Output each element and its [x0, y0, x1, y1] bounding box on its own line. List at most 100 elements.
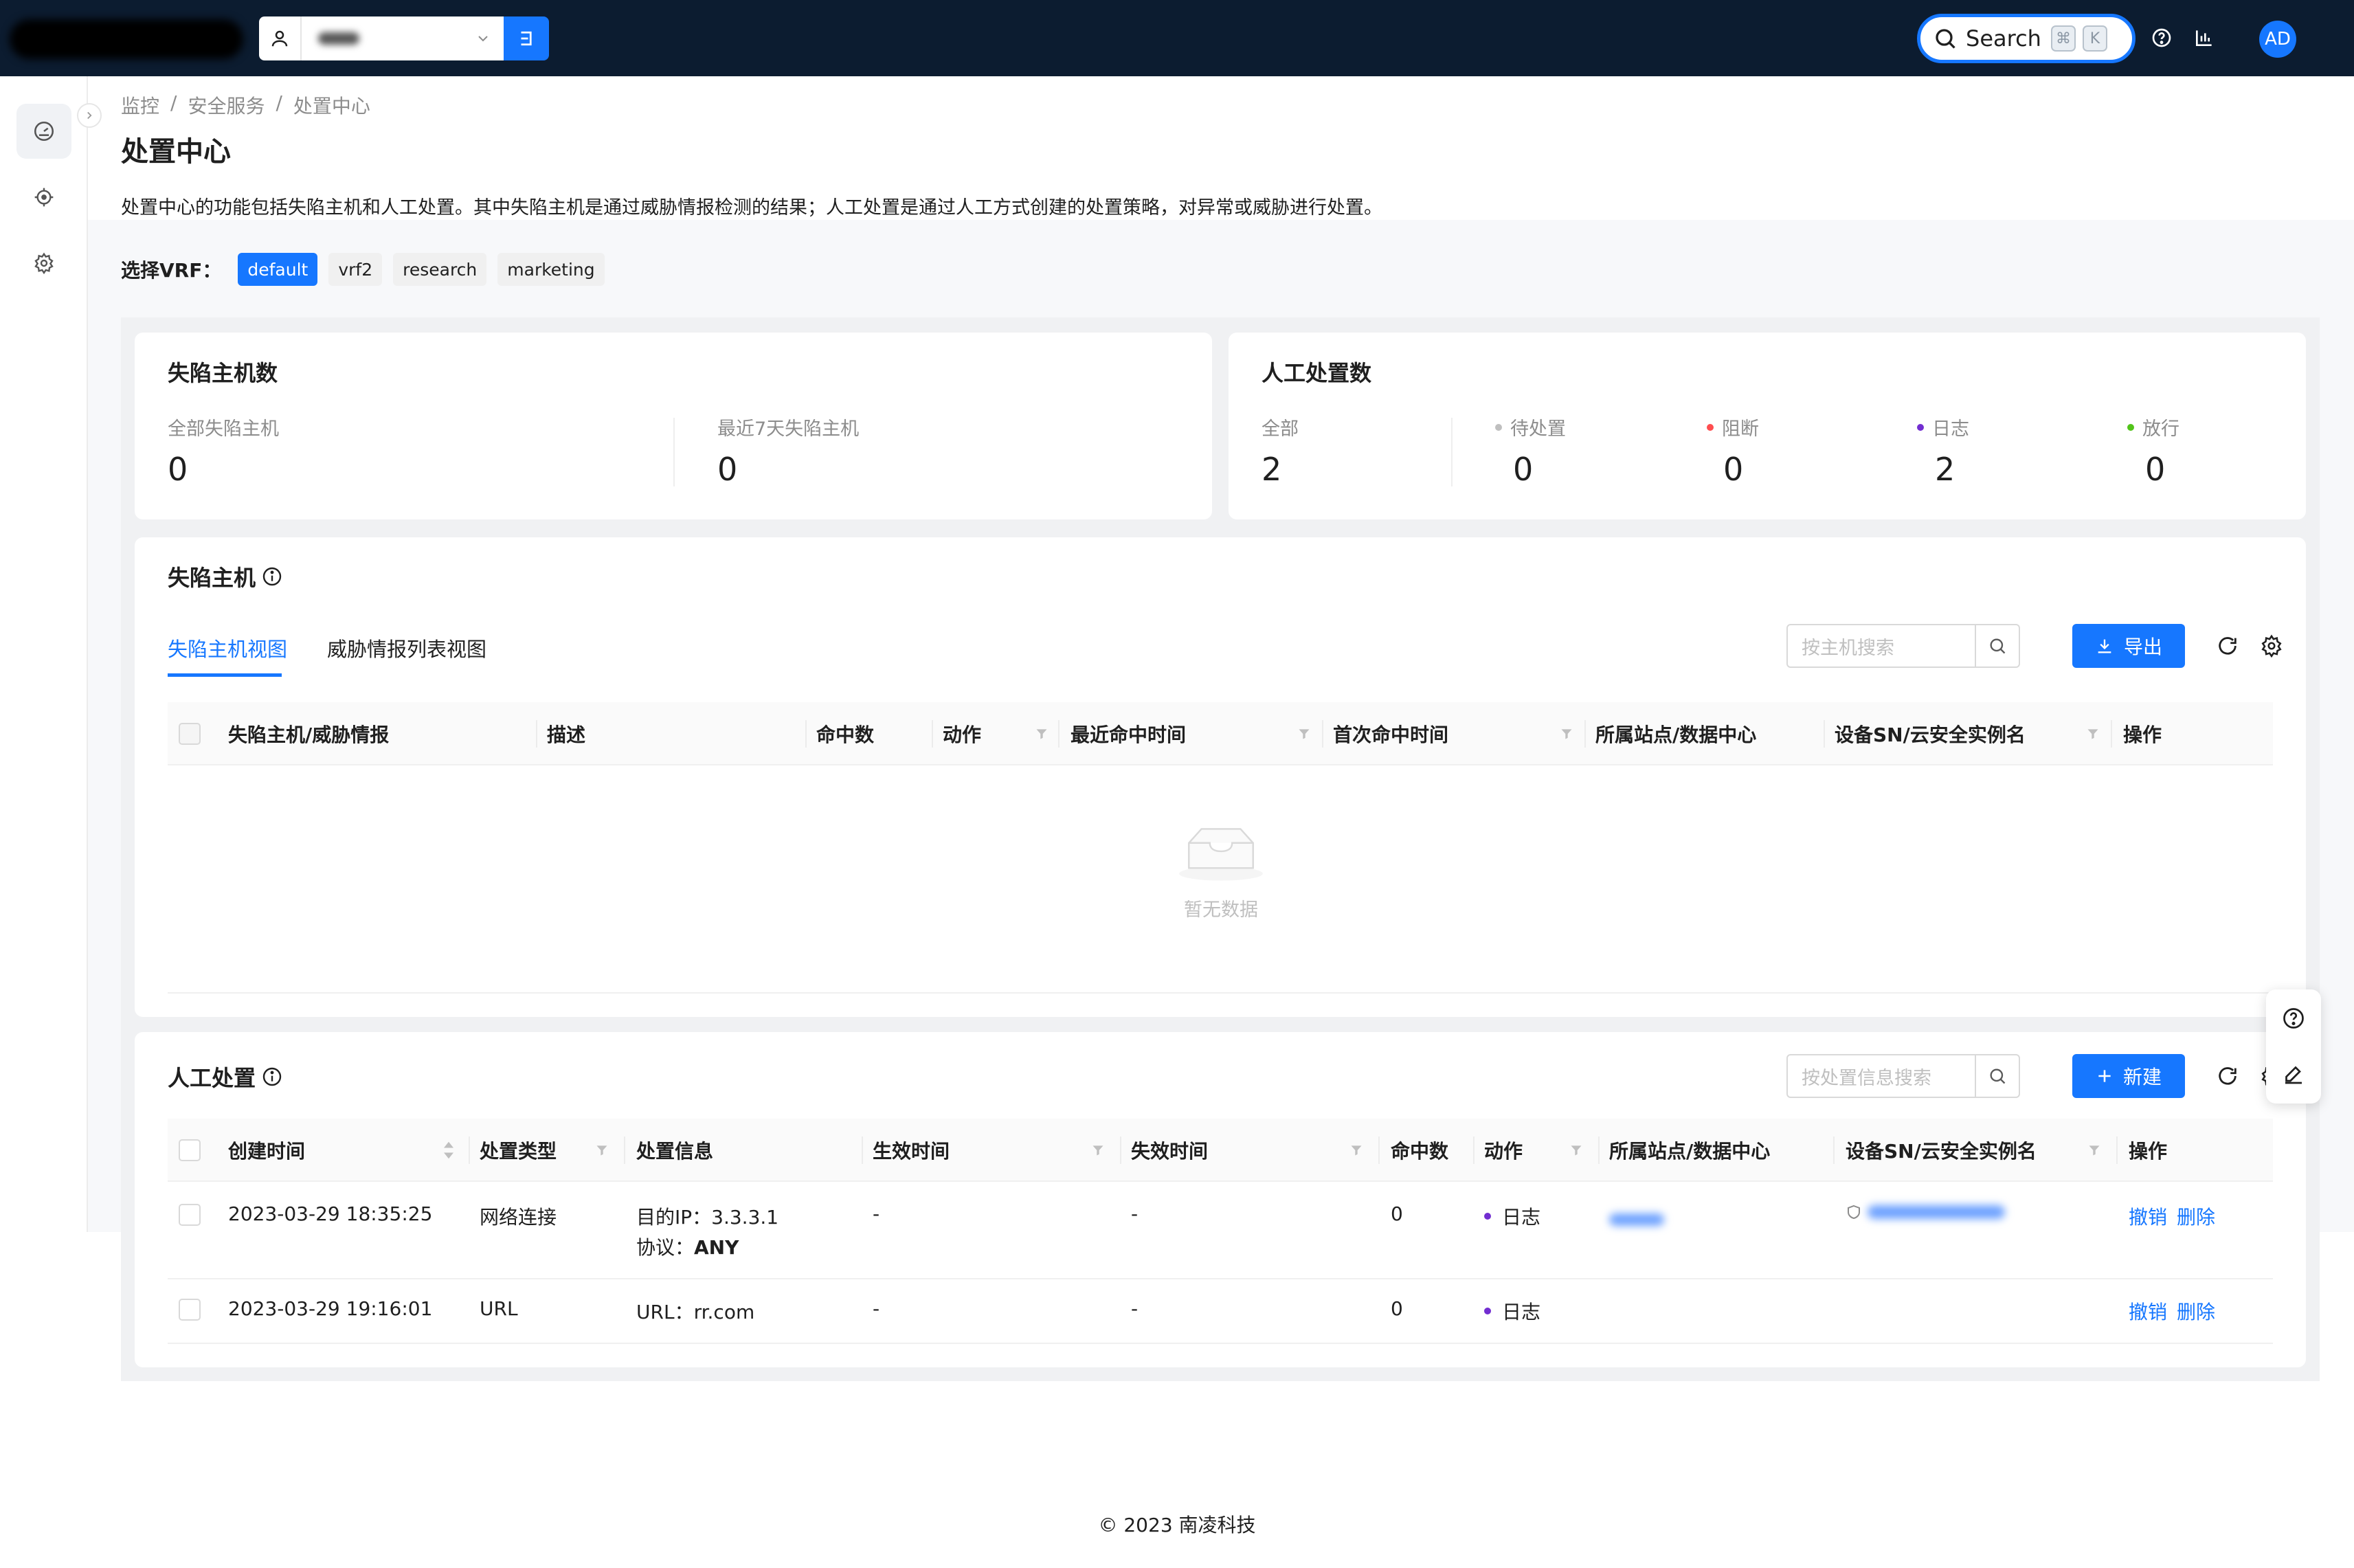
cell-type: URL [480, 1297, 518, 1320]
delete-link[interactable]: 删除 [2177, 1202, 2215, 1230]
info-icon[interactable] [261, 565, 283, 587]
column-header: 最近命中时间 [1070, 724, 1187, 746]
cell-site [1609, 1208, 1664, 1231]
column-header: 操作 [2129, 1140, 2168, 1163]
filter-icon[interactable] [2087, 1143, 2101, 1157]
blurred-device [1868, 1205, 2005, 1219]
vrf-tag-research[interactable]: research [393, 253, 487, 286]
row-checkbox[interactable] [179, 1299, 201, 1321]
stat-value: 0 [168, 451, 188, 488]
info-icon[interactable] [261, 1066, 283, 1088]
vrf-tag-default[interactable]: default [238, 253, 318, 286]
breadcrumb-monitor[interactable]: 监控 [121, 91, 159, 119]
manual-search-input[interactable]: 按处置信息搜索 [1786, 1054, 2020, 1098]
cell-start: - [873, 1297, 880, 1320]
user-icon [259, 16, 302, 60]
hosts-card: 失陷主机 失陷主机视图 威胁情报列表视图 按主机搜索 导出 失陷主机/威胁情报 … [135, 537, 2306, 1017]
row-checkbox[interactable] [179, 1204, 201, 1226]
select-all-checkbox[interactable] [179, 723, 201, 745]
breadcrumb-security[interactable]: 安全服务 [188, 91, 265, 119]
breadcrumb-sep: / [276, 91, 282, 114]
info-label: 协议： [636, 1236, 695, 1259]
help-icon[interactable] [2280, 1005, 2307, 1032]
card-title: 失陷主机数 [168, 360, 278, 386]
sort-icon[interactable] [441, 1141, 456, 1160]
vrf-selector: 选择VRF： default vrf2 research marketing [121, 253, 605, 286]
global-search[interactable]: Search ⌘ K [1917, 14, 2136, 63]
search-button[interactable] [1975, 625, 2019, 667]
select-all-checkbox[interactable] [179, 1139, 201, 1161]
column-header: 动作 [1484, 1140, 1523, 1163]
filter-icon[interactable] [1297, 727, 1311, 741]
card-title-text: 失陷主机 [168, 565, 256, 591]
column-header: 命中数 [816, 724, 875, 746]
plus-icon [2098, 1070, 2111, 1082]
tenant-selector[interactable] [259, 16, 549, 60]
card-title: 人工处置数 [1262, 360, 1372, 386]
column-header: 失陷主机/威胁情报 [228, 724, 390, 746]
sidebar-item-target[interactable] [16, 170, 71, 225]
export-button[interactable]: 导出 [2072, 624, 2185, 668]
delete-link[interactable]: 删除 [2177, 1297, 2215, 1325]
tab-host-view[interactable]: 失陷主机视图 [168, 634, 287, 662]
stat-value: 0 [2145, 451, 2166, 488]
chevron-down-icon [478, 36, 488, 42]
column-header: 处置类型 [480, 1140, 557, 1163]
revoke-link[interactable]: 撤销 [2129, 1202, 2167, 1230]
filter-icon[interactable] [1091, 1143, 1105, 1157]
status-dot [2127, 423, 2134, 431]
host-search-input[interactable]: 按主机搜索 [1786, 624, 2020, 668]
tab-intel-view[interactable]: 威胁情报列表视图 [327, 634, 486, 662]
host-search-placeholder: 按主机搜索 [1802, 637, 1894, 659]
cell-info-line2: 协议：ANY [636, 1233, 739, 1260]
tenant-select[interactable] [302, 16, 504, 60]
row-divider [168, 1343, 2273, 1344]
tenant-enter-button[interactable] [504, 16, 549, 60]
filter-icon[interactable] [1560, 727, 1573, 741]
stat-label: 全部失陷主机 [168, 418, 279, 440]
vrf-tag-marketing[interactable]: marketing [497, 253, 605, 286]
filter-icon[interactable] [1035, 727, 1049, 741]
column-header: 描述 [547, 724, 586, 746]
breadcrumb-sep: / [170, 91, 177, 114]
table-header: 失陷主机/威胁情报 描述 命中数 动作 最近命中时间 首次命中时间 所属站点/数… [168, 702, 2273, 765]
help-icon[interactable] [2149, 25, 2174, 50]
tab-ink [168, 673, 282, 677]
revoke-link[interactable]: 撤销 [2129, 1297, 2167, 1325]
filter-icon[interactable] [1569, 1143, 1583, 1157]
info-label: 目的IP： [636, 1206, 712, 1229]
stat-label-block: 阻断 [1707, 414, 1759, 440]
action-label: 日志 [1502, 1206, 1541, 1229]
cell-hits: 0 [1391, 1202, 1403, 1225]
filter-icon[interactable] [2086, 727, 2100, 741]
sidebar-item-settings[interactable] [16, 236, 71, 291]
stat-label-text: 阻断 [1722, 418, 1759, 440]
vrf-tag-vrf2[interactable]: vrf2 [328, 253, 383, 286]
column-header: 操作 [2123, 724, 2162, 746]
filter-icon[interactable] [595, 1143, 609, 1157]
filter-icon[interactable] [1349, 1143, 1363, 1157]
sidebar-item-monitor[interactable] [16, 104, 71, 159]
stat-label: 最近7天失陷主机 [717, 418, 860, 440]
column-header: 所属站点/数据中心 [1609, 1140, 1771, 1163]
gear-icon[interactable] [2258, 632, 2285, 660]
column-divider [624, 1136, 625, 1164]
search-button[interactable] [1975, 1055, 2019, 1097]
footer: © 2023 南凌科技 [1098, 1514, 1256, 1536]
status-dot [1917, 423, 1924, 431]
column-header: 生效时间 [873, 1140, 950, 1163]
column-header: 命中数 [1391, 1140, 1449, 1163]
refresh-icon[interactable] [2214, 1062, 2241, 1090]
action-label: 日志 [1502, 1301, 1541, 1323]
sidebar-collapse-button[interactable] [77, 103, 102, 128]
new-button[interactable]: 新建 [2072, 1054, 2185, 1098]
edit-icon[interactable] [2280, 1061, 2307, 1088]
column-divider [1120, 1136, 1121, 1164]
stat-value: 0 [717, 451, 738, 488]
chart-icon[interactable] [2192, 25, 2217, 50]
refresh-icon[interactable] [2214, 632, 2241, 660]
stat-label-text: 放行 [2142, 418, 2179, 440]
stat-value: 2 [1262, 451, 1282, 488]
divider [673, 418, 675, 486]
avatar[interactable]: AD [2259, 21, 2296, 58]
